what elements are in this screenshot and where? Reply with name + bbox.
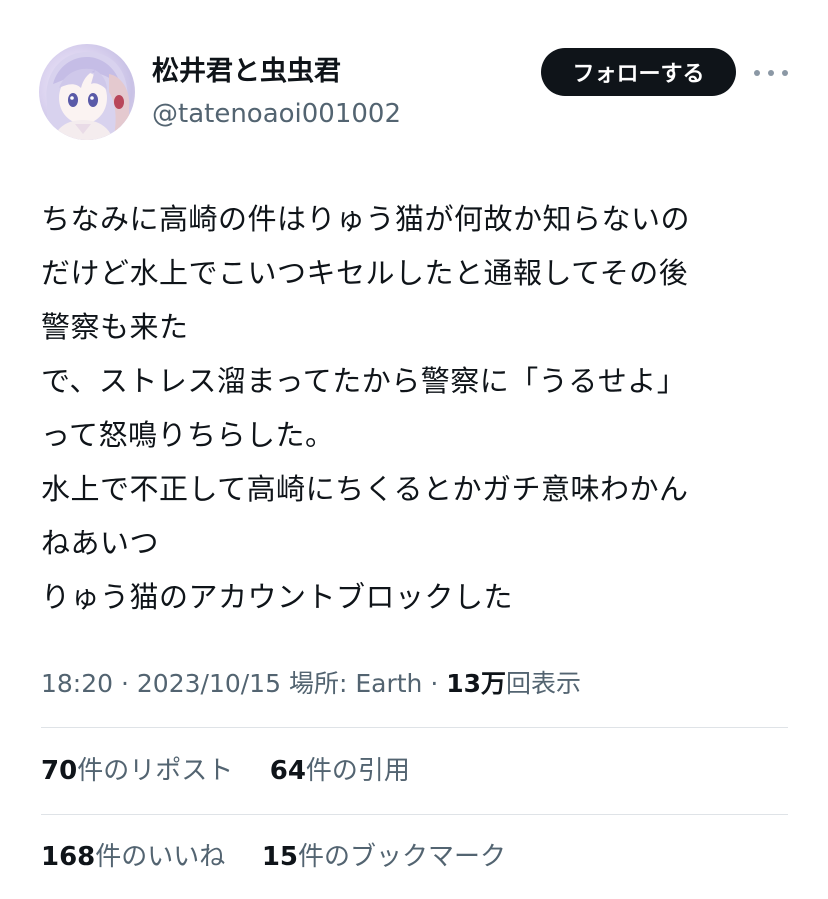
tweet-text-line: ねあいつ xyxy=(41,526,160,560)
quotes-stat[interactable]: 64件の引用 xyxy=(270,756,410,786)
anime-avatar-icon[interactable] xyxy=(39,44,135,140)
tweet-text-line: 警察も来た xyxy=(41,310,189,344)
tweet-text-line: だけど水上でこいつキセルしたと通報してその後 xyxy=(41,256,689,290)
meta-separator: · xyxy=(430,669,439,698)
bookmarks-label: 件のブックマーク xyxy=(298,842,507,872)
tweet-meta: 18:20 · 2023/10/15 場所: Earth · 13万回表示 xyxy=(41,662,581,706)
likes-count: 168 xyxy=(41,842,96,872)
likes-label: 件のいいね xyxy=(95,842,226,872)
more-dots-icon[interactable] xyxy=(754,60,788,86)
bookmarks-count: 15 xyxy=(261,842,299,872)
divider xyxy=(41,727,788,728)
tweet-date[interactable]: 2023/10/15 xyxy=(137,669,281,698)
tweet-text: ちなみに高崎の件はりゅう猫が何故か知らないの だけど水上でこいつキセルしたと通報… xyxy=(41,192,801,624)
dot xyxy=(768,70,774,76)
quotes-label: 件の引用 xyxy=(305,756,410,786)
tweet-header: 松井君と虫虫君 @tatenoaoi001002 フォローする xyxy=(0,0,828,160)
tweet-text-line: 水上で不正して高崎にちくるとかガチ意味わかん xyxy=(41,472,689,506)
reposts-count: 70 xyxy=(41,756,78,786)
tweet-text-line: って怒鳴りちらした。 xyxy=(41,418,335,452)
follow-button[interactable]: フォローする xyxy=(541,48,736,96)
tweet-location: 場所: Earth xyxy=(288,669,423,698)
divider xyxy=(41,814,788,815)
avatar-illustration xyxy=(46,52,130,140)
bookmarks-stat[interactable]: 15件のブックマーク xyxy=(262,842,506,872)
meta-separator: · xyxy=(121,669,129,698)
stats-row-reposts: 70件のリポスト 64件の引用 xyxy=(41,746,410,796)
user-handle[interactable]: @tatenoaoi001002 xyxy=(152,96,401,132)
reposts-label: 件のリポスト xyxy=(77,756,234,786)
views-label: 回表示 xyxy=(506,669,582,698)
stats-row-likes: 168件のいいね 15件のブックマーク xyxy=(41,832,506,882)
tweet-text-line: ちなみに高崎の件はりゅう猫が何故か知らないの xyxy=(41,202,691,236)
display-name[interactable]: 松井君と虫虫君 xyxy=(152,52,341,92)
quotes-count: 64 xyxy=(269,756,306,786)
tweet-text-line: りゅう猫のアカウントブロックした xyxy=(41,580,514,614)
dot xyxy=(754,70,760,76)
likes-stat[interactable]: 168件のいいね xyxy=(41,842,225,872)
tweet-text-line: で、ストレス溜まってたから警察に「うるせよ」 xyxy=(41,364,687,398)
reposts-stat[interactable]: 70件のリポスト xyxy=(41,756,233,786)
views-count: 13万 xyxy=(446,669,507,698)
tweet-time[interactable]: 18:20 xyxy=(41,669,113,698)
dot xyxy=(782,70,788,76)
